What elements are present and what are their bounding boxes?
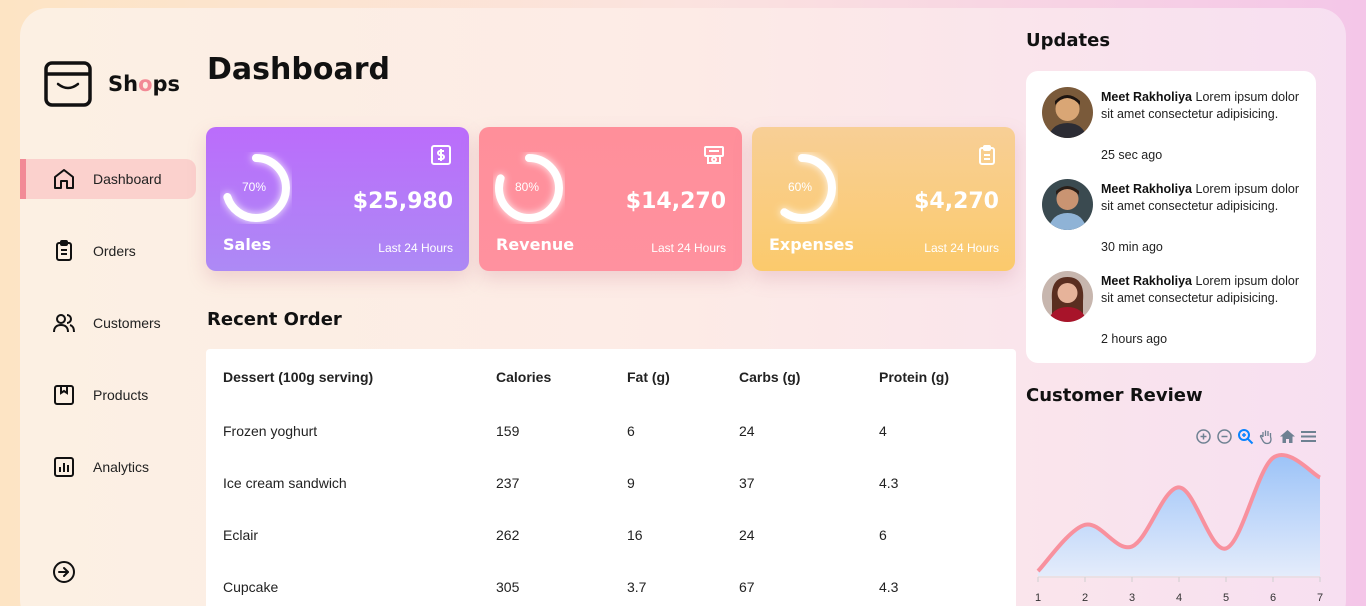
update-time: 30 min ago bbox=[1101, 240, 1163, 254]
table-cell: 67 bbox=[739, 579, 755, 595]
chart-x-tick-label: 1 bbox=[1035, 592, 1041, 604]
card-period: Last 24 Hours bbox=[378, 241, 453, 255]
update-time: 25 sec ago bbox=[1101, 148, 1163, 162]
sidebar-item-orders[interactable]: Orders bbox=[20, 231, 196, 271]
card-name: Expenses bbox=[769, 235, 854, 254]
avatar bbox=[1042, 271, 1093, 322]
sidebar-item-label: Dashboard bbox=[93, 171, 162, 187]
brand-name: Shops bbox=[108, 72, 181, 96]
table-row[interactable]: Frozen yoghurt 159 6 24 4 bbox=[206, 405, 1016, 457]
avatar bbox=[1042, 87, 1093, 138]
chart-x-tick-label: 6 bbox=[1270, 592, 1276, 604]
users-icon bbox=[53, 314, 75, 333]
table-cell: 24 bbox=[739, 423, 755, 439]
expenses-card[interactable]: 60% $4,270 Expenses Last 24 Hours bbox=[752, 127, 1015, 271]
page-title: Dashboard bbox=[207, 52, 390, 87]
sidebar-item-products[interactable]: Products bbox=[20, 375, 196, 415]
avatar bbox=[1042, 179, 1093, 230]
dollar-icon bbox=[431, 145, 451, 165]
table-cell: 3.7 bbox=[627, 579, 647, 595]
table-cell: 4.3 bbox=[879, 579, 899, 595]
column-header[interactable]: Calories bbox=[496, 349, 627, 405]
chart-x-tick-label: 4 bbox=[1176, 592, 1182, 604]
card-name: Sales bbox=[223, 235, 272, 254]
bar-chart-icon bbox=[54, 457, 74, 477]
updates-title: Updates bbox=[1026, 30, 1111, 51]
table-cell: 237 bbox=[496, 475, 520, 491]
progress-percent: 80% bbox=[514, 180, 540, 194]
update-text: Meet Rakholiya Lorem ipsum dolor sit ame… bbox=[1101, 274, 1300, 305]
sidebar-item-analytics[interactable]: Analytics bbox=[20, 447, 196, 487]
table-cell: 9 bbox=[627, 475, 635, 491]
table-cell: Ice cream sandwich bbox=[223, 475, 347, 491]
table-cell: 262 bbox=[496, 527, 520, 543]
revenue-card[interactable]: 80% $14,270 Revenue Last 24 Hours bbox=[479, 127, 742, 271]
box-icon bbox=[54, 385, 74, 405]
column-header[interactable]: Dessert (100g serving) bbox=[206, 349, 496, 405]
table-cell: 24 bbox=[739, 527, 755, 543]
table-cell: 6 bbox=[879, 527, 887, 543]
card-amount: $14,270 bbox=[625, 189, 726, 214]
sidebar-item-customers[interactable]: Customers bbox=[20, 303, 196, 343]
chart-x-tick-label: 5 bbox=[1223, 592, 1229, 604]
chart-area-fill bbox=[1038, 454, 1320, 576]
clipboard-icon bbox=[979, 145, 995, 165]
table-cell: 305 bbox=[496, 579, 520, 595]
chart-x-tick-label: 2 bbox=[1082, 592, 1088, 604]
update-text: Meet Rakholiya Lorem ipsum dolor sit ame… bbox=[1101, 182, 1300, 213]
chart-x-tick-label: 7 bbox=[1317, 592, 1323, 604]
table-cell: 4.3 bbox=[879, 475, 899, 491]
table-row[interactable]: Eclair 262 16 24 6 bbox=[206, 509, 1016, 561]
sidebar-item-label: Customers bbox=[93, 315, 161, 331]
chart-x-tick-label: 3 bbox=[1129, 592, 1135, 604]
home-icon bbox=[54, 169, 74, 189]
table-cell: 6 bbox=[627, 423, 635, 439]
table-row[interactable]: Ice cream sandwich 237 9 37 4.3 bbox=[206, 457, 1016, 509]
progress-percent: 70% bbox=[241, 180, 267, 194]
sidebar-nav: Dashboard Orders Customers Products Anal… bbox=[20, 159, 196, 519]
sidebar-item-label: Products bbox=[93, 387, 149, 403]
card-period: Last 24 Hours bbox=[651, 241, 726, 255]
update-time: 2 hours ago bbox=[1101, 332, 1168, 346]
column-header[interactable]: Fat (g) bbox=[627, 349, 739, 405]
recent-order-title: Recent Order bbox=[207, 309, 342, 330]
table-header-row: Dessert (100g serving) Calories Fat (g) … bbox=[206, 349, 1016, 405]
card-name: Revenue bbox=[496, 235, 575, 254]
sales-card[interactable]: 70% $25,980 Sales Last 24 Hours bbox=[206, 127, 469, 271]
logout-icon[interactable] bbox=[52, 560, 76, 584]
sidebar-item-dashboard[interactable]: Dashboard bbox=[20, 159, 196, 199]
column-header[interactable]: Carbs (g) bbox=[739, 349, 879, 405]
brand-logo[interactable]: Shops bbox=[44, 60, 180, 108]
column-header[interactable]: Protein (g) bbox=[879, 349, 1016, 405]
clipboard-icon bbox=[56, 240, 72, 261]
updates-card: Meet Rakholiya Lorem ipsum dolor sit ame… bbox=[1026, 71, 1316, 363]
update-text: Meet Rakholiya Lorem ipsum dolor sit ame… bbox=[1101, 90, 1300, 121]
card-period: Last 24 Hours bbox=[924, 241, 999, 255]
sidebar-item-label: Analytics bbox=[93, 459, 150, 475]
progress-percent: 60% bbox=[787, 180, 813, 194]
customer-review-title: Customer Review bbox=[1026, 385, 1203, 406]
sidebar-item-label: Orders bbox=[93, 243, 136, 259]
cash-register-icon bbox=[704, 146, 724, 164]
shopping-bag-icon bbox=[44, 61, 92, 107]
card-amount: $25,980 bbox=[352, 189, 453, 214]
table-cell: Cupcake bbox=[223, 579, 279, 595]
customer-review-chart: 1 2 3 4 5 6 7 bbox=[1035, 453, 1323, 604]
table-row[interactable]: Cupcake 305 3.7 67 4.3 bbox=[206, 561, 1016, 606]
table-cell: Frozen yoghurt bbox=[223, 423, 318, 439]
table-cell: 159 bbox=[496, 423, 520, 439]
table-cell: 4 bbox=[879, 423, 887, 439]
table-cell: Eclair bbox=[223, 527, 259, 543]
recent-order-table: Dessert (100g serving) Calories Fat (g) … bbox=[206, 349, 1016, 606]
table-cell: 37 bbox=[739, 475, 755, 491]
table-cell: 16 bbox=[627, 527, 643, 543]
card-amount: $4,270 bbox=[914, 189, 999, 214]
